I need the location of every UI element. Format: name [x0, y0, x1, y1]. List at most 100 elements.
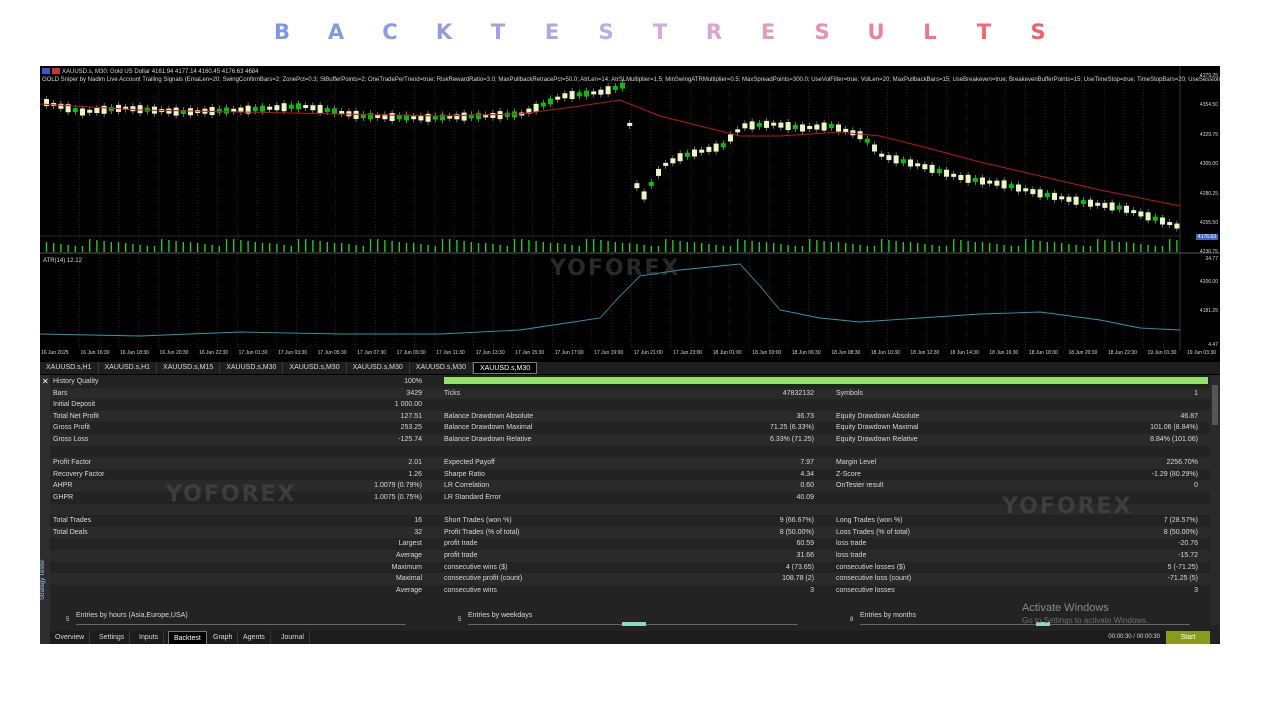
- tab-overview[interactable]: Overview: [50, 631, 91, 644]
- report-value: 7 (28.57%): [1163, 517, 1198, 525]
- title-letter: U: [867, 20, 885, 44]
- report-value: -71.25 (5): [1167, 575, 1198, 583]
- flag-icon: [42, 68, 50, 75]
- flag-icon: [52, 68, 60, 75]
- report-label: Margin Level: [836, 459, 877, 467]
- report-value: 4 (73.65): [785, 563, 814, 571]
- time-tick: 16 Jun 18:30: [120, 350, 149, 356]
- activate-windows-title: Activate Windows: [1022, 602, 1109, 614]
- time-tick: 18 Jun 06:30: [791, 350, 821, 356]
- symbol-tab[interactable]: XAUUSD.s,M30: [472, 362, 538, 374]
- title-letter: S: [598, 20, 614, 44]
- price-tick: 4329.75: [1199, 131, 1218, 138]
- report-value: 2256.70%: [1166, 459, 1198, 467]
- scrollbar-thumb[interactable]: [1212, 385, 1218, 425]
- report-value: 0: [1194, 482, 1198, 490]
- entries-chart-title: Entries by weekdays: [468, 612, 533, 619]
- title-letter: T: [490, 20, 506, 44]
- tab-inputs[interactable]: Inputs: [134, 631, 165, 644]
- price-chart[interactable]: XAUUSD.s, M30: Gold US Dollar 4161.94 41…: [40, 66, 1220, 362]
- price-tick: 4280.25: [1199, 190, 1218, 197]
- symbol-tab[interactable]: XAUUSD.s,M30: [283, 362, 347, 374]
- start-button[interactable]: Start: [1166, 631, 1210, 644]
- report-row: Initial Deposit 1 000.00: [50, 399, 1210, 411]
- time-tick: 19 Jun 01:30: [1147, 350, 1177, 356]
- time-tick: 17 Jun 11:30: [436, 350, 465, 356]
- report-label: loss trade: [836, 540, 867, 548]
- report-label: Balance Drawdown Maximal: [444, 424, 533, 432]
- report-value: 6.33% (71.25): [770, 436, 814, 443]
- title-letter: S: [814, 20, 830, 44]
- report-value: 71.25 (6.33%): [770, 424, 814, 432]
- watermark-logo: YOFOREX: [166, 482, 297, 507]
- report-label: Gross Profit: [53, 424, 90, 432]
- report-label: Sharpe Ratio: [444, 470, 485, 478]
- atr-scale-bottom: 4.47: [1208, 342, 1218, 348]
- report-value: Largest: [398, 540, 422, 548]
- report-row: Recovery Factor 1.26 Sharpe Ratio 4.34 Z-Sco…: [50, 469, 1210, 481]
- time-tick: 17 Jun 07:30: [357, 350, 387, 356]
- scrollbar[interactable]: [1210, 375, 1220, 625]
- report-value: 2.01: [408, 459, 422, 467]
- report-row: Profit Factor 2.01 Expected Payoff 7.97 Marg…: [50, 457, 1210, 469]
- report-value: 9 (66.67%): [779, 517, 814, 525]
- price-tick: 4255.50: [1199, 220, 1218, 226]
- time-tick: 17 Jun 15:30: [515, 350, 545, 356]
- tab-graph[interactable]: Graph: [208, 631, 239, 644]
- close-icon[interactable]: ✕: [42, 377, 49, 386]
- time-tick: 17 Jun 03:30: [278, 350, 308, 356]
- symbol-tab[interactable]: XAUUSD.s,M15: [157, 362, 221, 374]
- strategy-tester-title: Strategy Tester: [40, 559, 46, 600]
- time-tick: 18 Jun 18:30: [1028, 350, 1058, 356]
- title-letter: A: [327, 20, 345, 44]
- report-label: Initial Deposit: [53, 401, 96, 409]
- report-label: LR Correlation: [444, 482, 490, 490]
- report-value: 0.60: [800, 482, 814, 490]
- report-row: Gross Loss -125.74 Balance Drawdown Relati…: [50, 434, 1210, 446]
- report-label: Equity Drawdown Maximal: [836, 424, 919, 432]
- report-value: -125.74: [398, 436, 422, 443]
- report-label: Loss Trades (% of total): [836, 528, 910, 536]
- tab-journal[interactable]: Journal: [276, 631, 310, 644]
- time-tick: 18 Jun 10:30: [870, 350, 900, 356]
- watermark-logo: YOFOREX: [1002, 494, 1133, 519]
- time-tick: 18 Jun 22:30: [1107, 350, 1137, 356]
- report-label: Total Deals: [53, 528, 88, 536]
- ea-parameters: GOLD Sniper by Nadim Live Account Traili…: [42, 77, 1220, 83]
- tab-agents[interactable]: Agents: [238, 631, 271, 644]
- report-label: Total Net Profit: [53, 412, 99, 420]
- report-value: 101.06 (8.84%): [1150, 424, 1198, 432]
- symbol-tab[interactable]: XAUUSD.s,H1: [99, 362, 158, 374]
- symbol-tab[interactable]: XAUUSD.s,M30: [347, 362, 410, 374]
- symbol-tab[interactable]: XAUUSD.s,H1: [40, 362, 99, 374]
- symbol-tab[interactable]: XAUUSD.s,M30: [410, 362, 473, 374]
- report-label: Profit Factor: [53, 459, 92, 467]
- time-tick: 16 Jun 20:30: [159, 350, 189, 356]
- report-value: 16: [414, 517, 422, 525]
- time-tick: 17 Jun 09:30: [396, 350, 426, 356]
- entries-axis-line: [76, 624, 406, 625]
- title-letter: B: [273, 20, 290, 44]
- report-value: Maximum: [391, 563, 422, 571]
- report-row: Maximal consecutive profit (count) 108.78 …: [50, 573, 1210, 585]
- report-label: Balance Drawdown Relative: [444, 436, 532, 443]
- time-tick: 18 Jun 16:30: [989, 350, 1019, 356]
- title-letter: T: [976, 20, 992, 44]
- report-value: 3429: [406, 389, 422, 397]
- tab-settings[interactable]: Settings: [94, 631, 131, 644]
- tab-backtest[interactable]: Backtest: [168, 631, 207, 644]
- report-label: Gross Loss: [53, 436, 89, 443]
- symbol-tab[interactable]: XAUUSD.s,M30: [220, 362, 284, 374]
- report-label: LR Standard Error: [444, 494, 501, 501]
- report-value: 40.09: [796, 494, 814, 501]
- time-tick: 16 Jun 16:30: [80, 350, 110, 356]
- report-value: -1.29 (80.29%): [1151, 470, 1198, 478]
- report-label: profit trade: [444, 552, 478, 559]
- entries-axis-tick: 8: [850, 617, 854, 623]
- report-value: 253.25: [400, 424, 422, 432]
- title-letter: E: [760, 20, 776, 44]
- report-value: 32: [414, 528, 422, 536]
- title-letter: E: [544, 20, 560, 44]
- time-tick: 18 Jun 01:00: [712, 350, 742, 356]
- title-letter: R: [705, 20, 723, 44]
